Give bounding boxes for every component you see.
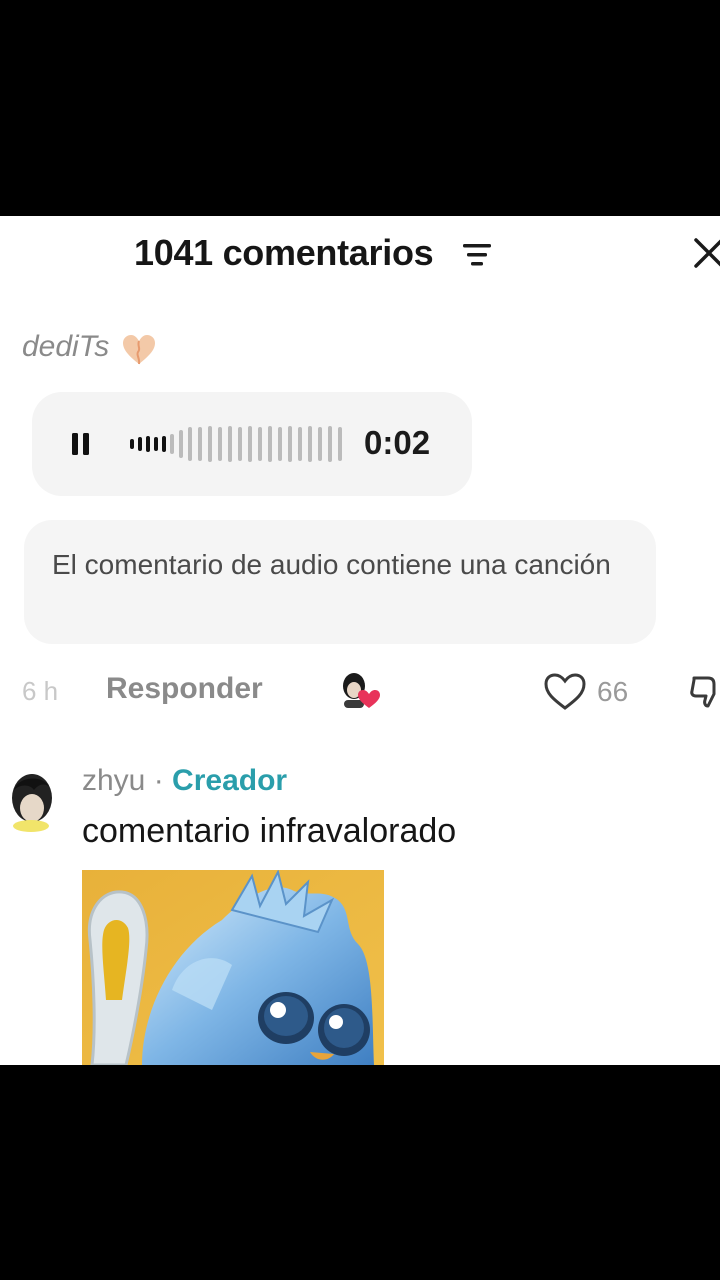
avatar[interactable] xyxy=(4,768,58,834)
close-icon[interactable] xyxy=(692,236,720,270)
creator-badge: Creador xyxy=(172,764,288,797)
audio-notice-text: El comentario de audio contiene una canc… xyxy=(52,549,611,580)
reply-meta: zhyu · Creador xyxy=(82,764,287,798)
audio-waveform[interactable] xyxy=(128,424,350,464)
thumbs-down-icon[interactable] xyxy=(688,672,720,712)
meta-separator: · xyxy=(145,764,173,797)
comment-timestamp: 6 h xyxy=(22,676,59,706)
sticker-image[interactable] xyxy=(82,870,384,1065)
reply-button[interactable]: Responder xyxy=(106,672,263,706)
heart-outline-icon[interactable] xyxy=(543,672,587,712)
heart-emoji-icon xyxy=(123,335,155,365)
audio-duration: 0:02 xyxy=(364,424,431,461)
comment-username[interactable]: dediTs xyxy=(22,330,109,364)
reply-username[interactable]: zhyu xyxy=(82,764,145,797)
like-count: 66 xyxy=(597,676,629,707)
pause-icon[interactable] xyxy=(70,431,92,457)
filter-icon[interactable] xyxy=(461,242,493,268)
creator-liked-icon xyxy=(343,673,380,708)
reply-text: comentario infravalorado xyxy=(82,812,457,850)
comments-count-title: 1041 comentarios xyxy=(134,232,434,273)
